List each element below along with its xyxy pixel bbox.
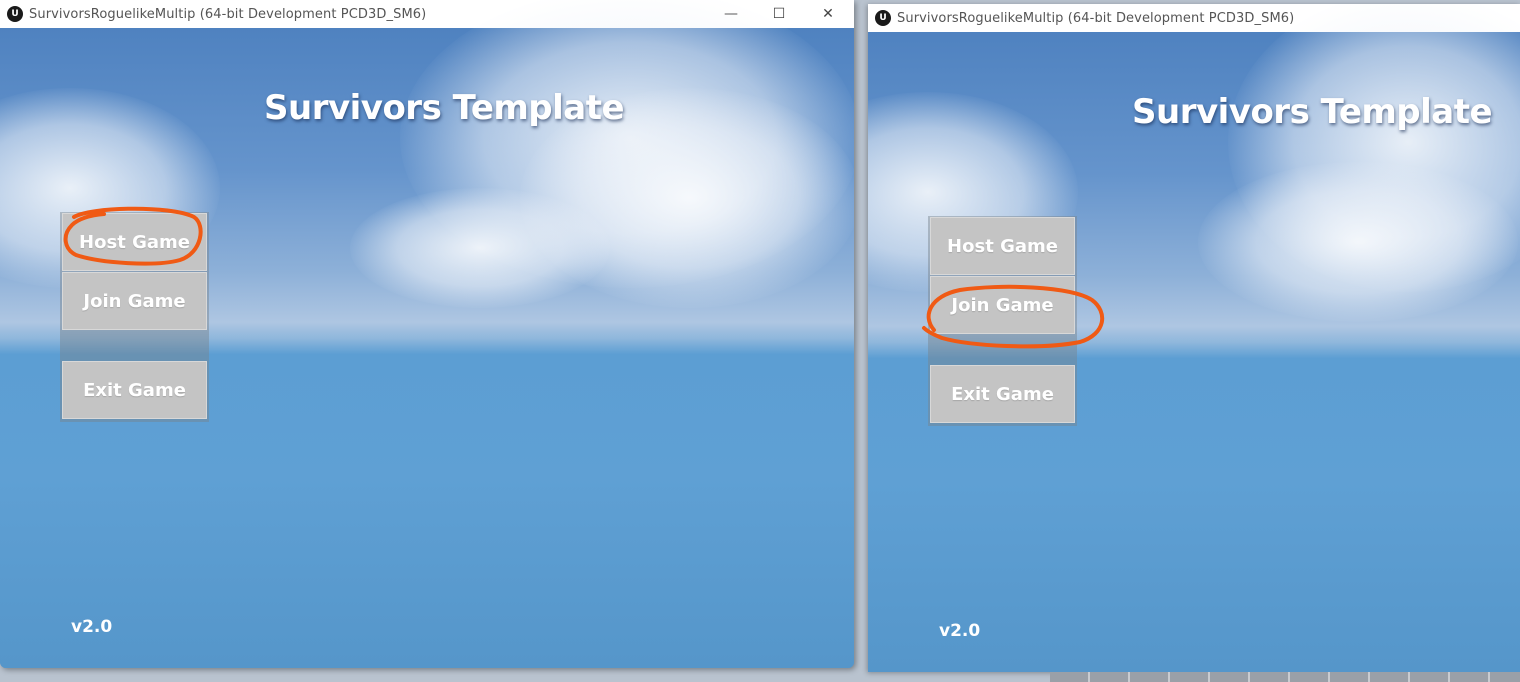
game-viewport: Survivors Template Host Game Join Game E…: [0, 0, 854, 668]
join-game-button[interactable]: Join Game: [930, 276, 1075, 334]
main-menu-panel: Host Game Join Game Exit Game: [60, 212, 209, 422]
game-window-right: U SurvivorsRoguelikeMultip (64-bit Devel…: [868, 4, 1520, 672]
game-window-left: U SurvivorsRoguelikeMultip (64-bit Devel…: [0, 0, 854, 668]
unreal-engine-icon: U: [7, 6, 23, 22]
host-game-button[interactable]: Host Game: [62, 213, 207, 271]
exit-game-button[interactable]: Exit Game: [62, 361, 207, 419]
host-game-button[interactable]: Host Game: [930, 217, 1075, 275]
exit-game-button[interactable]: Exit Game: [930, 365, 1075, 423]
main-menu-panel: Host Game Join Game Exit Game: [928, 216, 1077, 426]
game-title: Survivors Template: [264, 88, 625, 128]
version-label: v2.0: [71, 617, 113, 637]
close-button[interactable]: ✕: [805, 0, 851, 28]
join-game-button[interactable]: Join Game: [62, 272, 207, 330]
window-title: SurvivorsRoguelikeMultip (64-bit Develop…: [897, 10, 1295, 26]
unreal-engine-icon: U: [875, 10, 891, 26]
maximize-icon: ☐: [772, 6, 786, 22]
desktop-background-strip: [1050, 672, 1520, 682]
game-viewport: Survivors Template Host Game Join Game E…: [868, 4, 1520, 672]
version-label: v2.0: [939, 621, 981, 641]
cloud: [350, 188, 610, 308]
game-title: Survivors Template: [1132, 92, 1493, 132]
window-title: SurvivorsRoguelikeMultip (64-bit Develop…: [29, 6, 427, 22]
close-icon: ✕: [822, 6, 834, 22]
cloud: [1198, 162, 1518, 322]
